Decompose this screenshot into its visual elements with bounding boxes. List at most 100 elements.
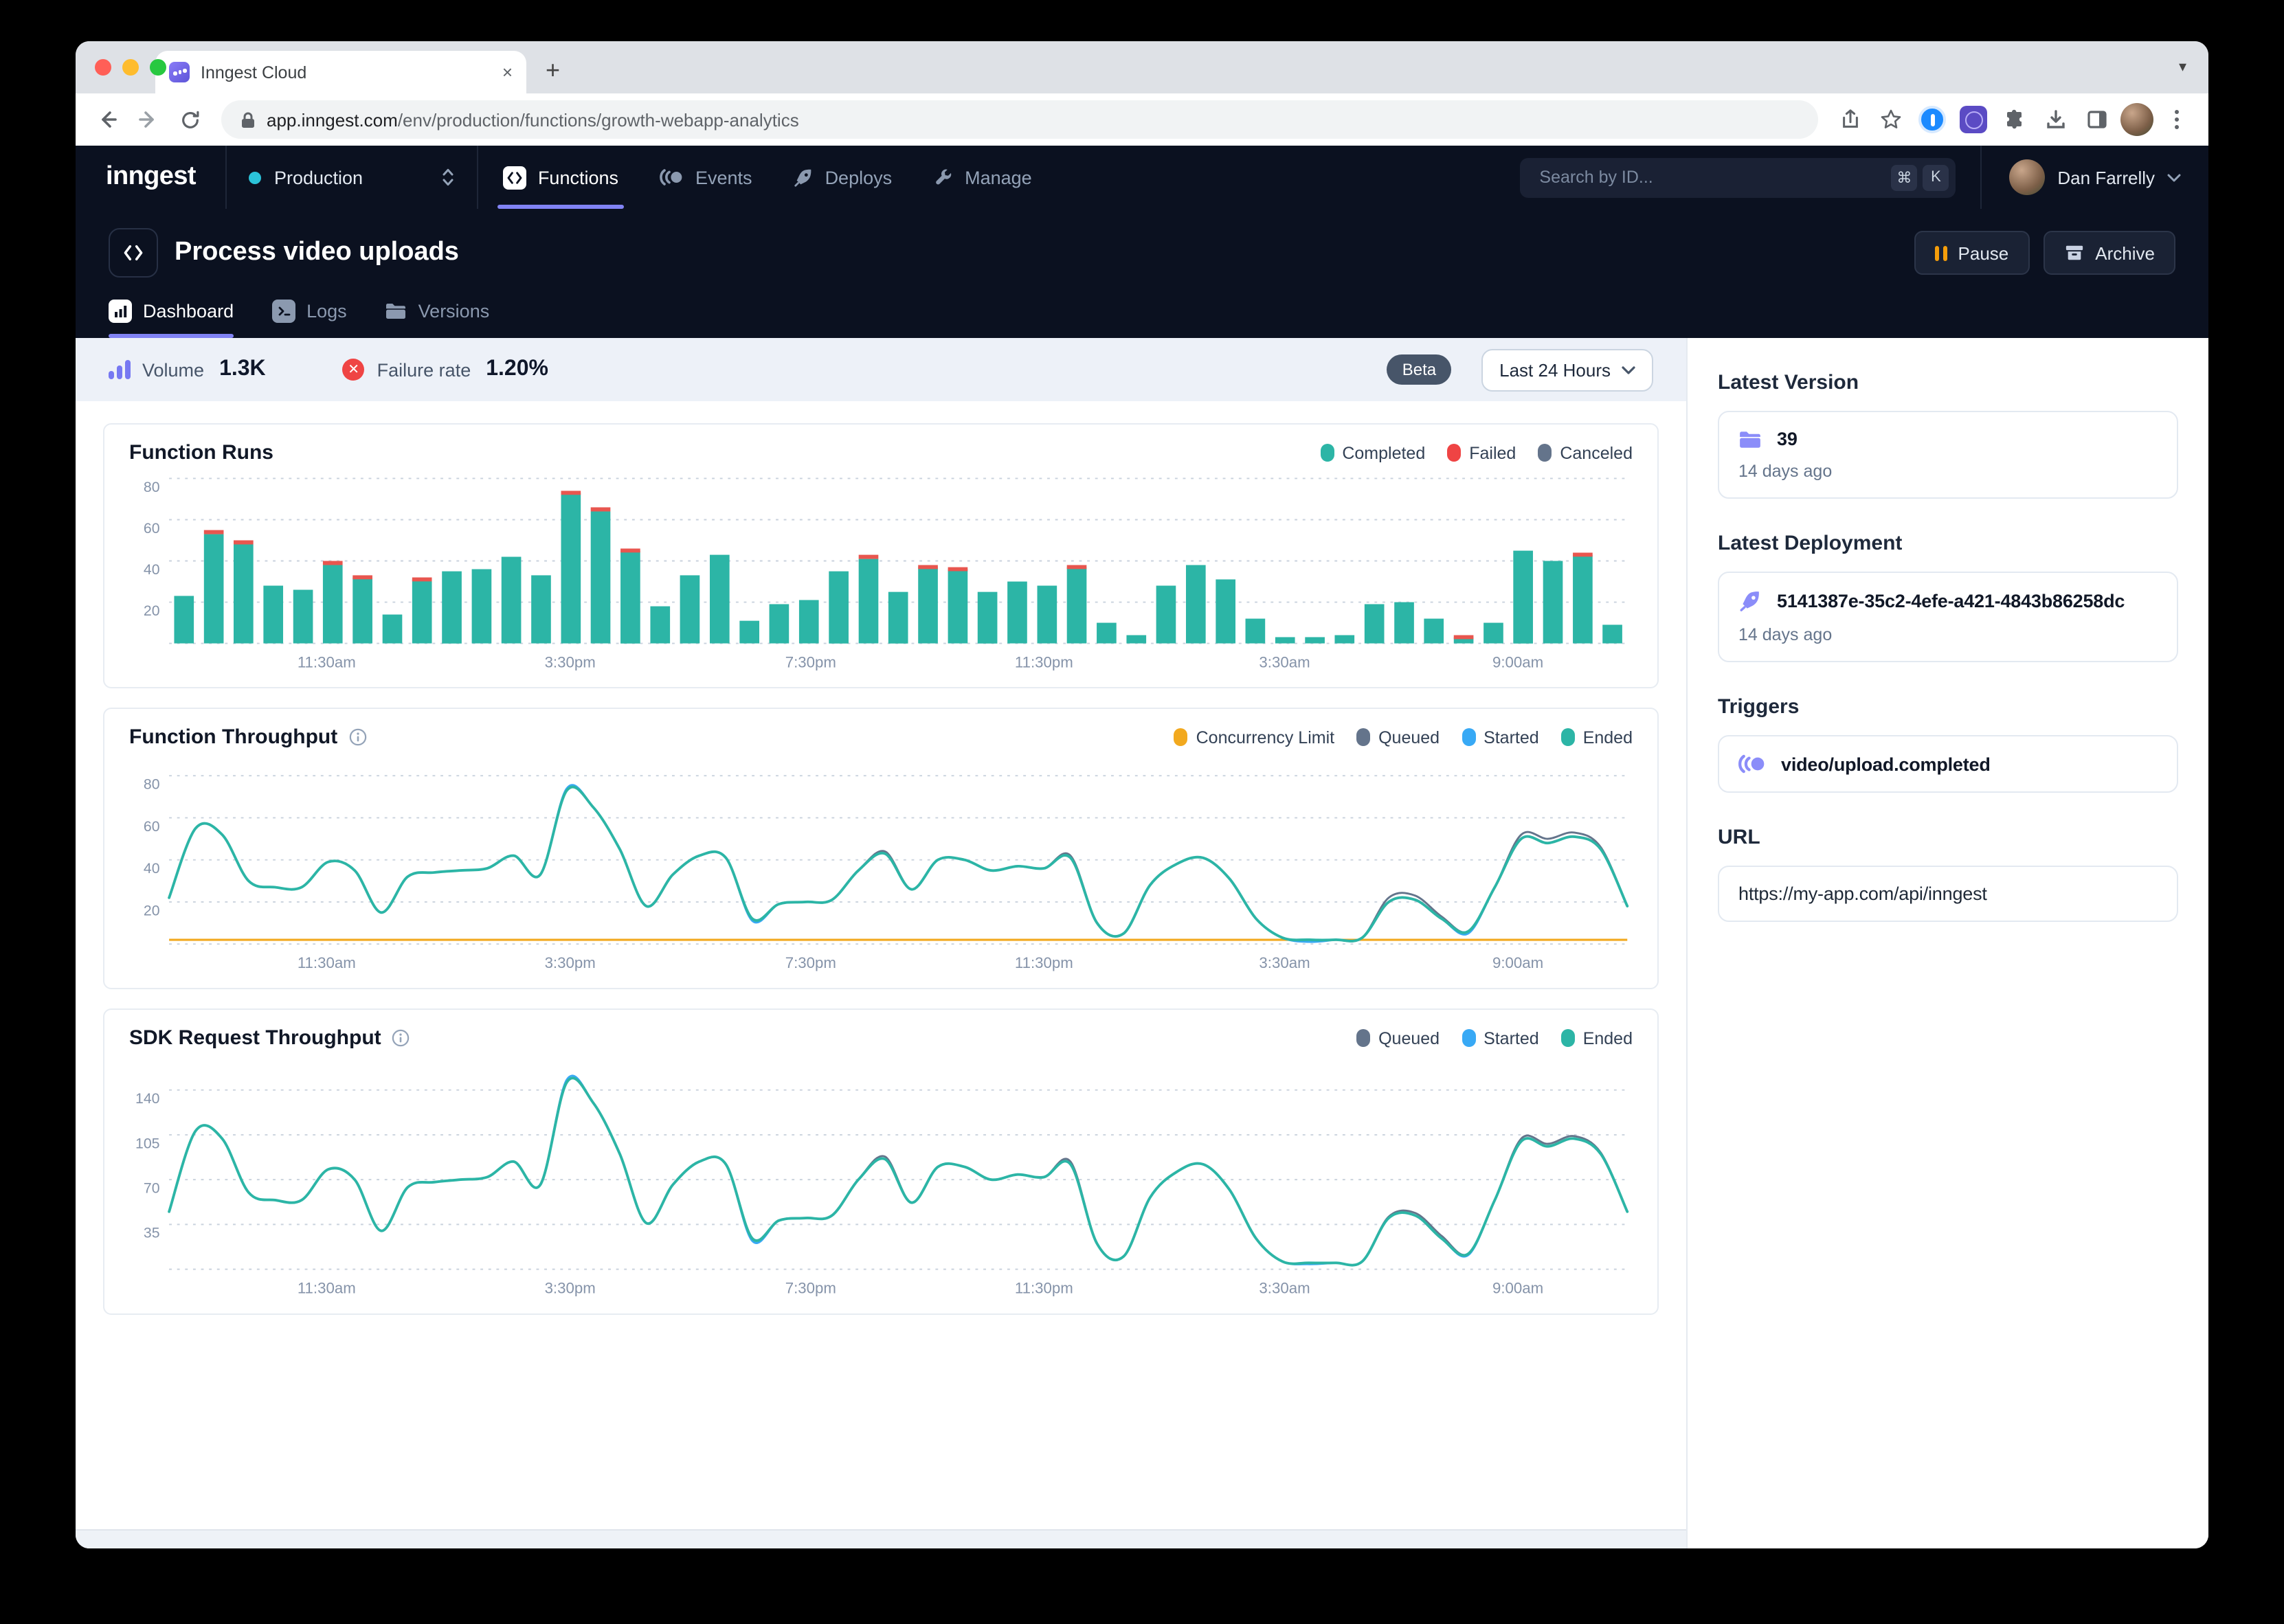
events-icon [660,168,684,187]
url-path: /env/production/functions/growth-webapp-… [398,109,799,130]
time-range-select[interactable]: Last 24 Hours [1481,348,1653,391]
minimize-window-button[interactable] [122,59,139,76]
inngest-favicon [169,62,190,82]
kbd-cmd: ⌘ [1891,164,1917,190]
browser-profile-avatar[interactable] [2120,103,2153,136]
search-input[interactable] [1536,166,1885,188]
legend-swatch [1561,1029,1575,1047]
trigger-card[interactable]: video/upload.completed [1718,735,2178,793]
1password-extension-icon[interactable] [1914,102,1950,137]
svg-text:40: 40 [144,860,160,877]
trigger-value: video/upload.completed [1781,754,1991,774]
url-host: app.inngest.com [267,109,398,130]
address-bar[interactable]: app.inngest.com/env/production/functions… [221,100,1818,139]
bottom-strip [76,1529,1686,1548]
share-icon[interactable] [1832,102,1868,137]
triggers-heading: Triggers [1718,695,2178,719]
svg-text:9:00am: 9:00am [1492,653,1543,670]
svg-text:140: 140 [135,1090,160,1107]
user-menu[interactable]: Dan Farrelly [1982,159,2208,195]
legend-swatch [1320,444,1334,462]
svg-text:60: 60 [144,818,160,835]
volume-stat: Volume 1.3K [109,357,266,382]
window-controls[interactable] [95,59,166,76]
page-tabs: Dashboard Logs Versions [109,300,2175,338]
svg-text:3:30pm: 3:30pm [545,653,596,670]
svg-text:105: 105 [135,1135,160,1151]
legend-item: Queued [1356,728,1440,747]
legend-swatch [1561,728,1575,746]
svg-text:20: 20 [144,902,160,918]
tab-logs[interactable]: Logs [272,300,347,338]
purple-extension-icon[interactable] [1956,102,1991,137]
stage: Inngest Cloud × + ▾ app.inngest.com/env/… [0,0,2284,1624]
side-panel-icon[interactable] [2079,102,2115,137]
browser-menu-icon[interactable] [2159,102,2195,137]
latest-version-card: 39 14 days ago [1718,411,2178,499]
close-window-button[interactable] [95,59,111,76]
chart-legend: Concurrency Limit Queued Started Ended [1174,728,1633,747]
reload-icon[interactable] [172,102,208,137]
svg-text:11:30am: 11:30am [298,653,356,670]
logs-terminal-icon [272,300,295,323]
url-card[interactable]: https://my-app.com/api/inngest [1718,866,2178,922]
nav-item-events[interactable]: Events [660,146,752,209]
tab-list-chevron-icon[interactable]: ▾ [2179,58,2186,76]
zoom-window-button[interactable] [150,59,166,76]
svg-text:3:30am: 3:30am [1259,954,1310,971]
latest-version-value: 39 [1777,429,1798,449]
svg-text:11:30am: 11:30am [298,954,356,971]
tab-close-icon[interactable]: × [502,62,513,82]
nav-item-manage[interactable]: Manage [933,146,1032,209]
url-heading: URL [1718,826,2178,849]
downloads-icon[interactable] [2038,102,2074,137]
tab-dashboard[interactable]: Dashboard [109,300,234,338]
pause-button[interactable]: Pause [1914,231,2030,275]
nav-item-functions[interactable]: Functions [504,146,618,209]
svg-text:40: 40 [144,561,160,578]
sdk-throughput-card: SDK Request Throughput Queued Started En… [103,1008,1659,1315]
svg-text:7:30pm: 7:30pm [785,1279,836,1296]
browser-tab[interactable]: Inngest Cloud × [155,51,526,93]
inngest-logo[interactable]: inngest [76,162,226,192]
details-sidebar: Latest Version 39 14 days ago Latest Dep… [1686,338,2208,1548]
svg-text:60: 60 [144,520,160,537]
tab-versions[interactable]: Versions [385,300,490,338]
svg-text:80: 80 [144,479,160,495]
function-runs-card: Function Runs Completed Failed Canceled … [103,423,1659,688]
info-icon[interactable] [392,1029,410,1047]
latest-deployment-card[interactable]: 5141387e-35c2-4efe-a421-4843b86258dc 14 … [1718,572,2178,662]
back-icon[interactable] [89,102,125,137]
dashboard-chart-icon [109,300,132,323]
nav-item-deploys[interactable]: Deploys [794,146,893,209]
info-icon[interactable] [348,728,366,746]
svg-text:7:30pm: 7:30pm [785,653,836,670]
nav-items: Functions Events Deploys Manage [504,146,1032,209]
url-text: app.inngest.com/env/production/functions… [267,109,799,130]
user-avatar [2009,159,2045,195]
volume-value: 1.3K [219,357,266,382]
archive-button[interactable]: Archive [2043,231,2175,275]
nav-divider [478,146,479,209]
failure-x-icon: ✕ [343,359,365,381]
forward-icon[interactable] [131,102,166,137]
content: Volume 1.3K ✕ Failure rate 1.20% Beta La… [76,338,2208,1548]
function-runs-chart: 2040608011:30am3:30pm7:30pm11:30pm3:30am… [129,464,1633,679]
chart-title: Function Throughput [129,725,337,749]
tab-title: Inngest Cloud [201,63,491,82]
chart-title: Function Runs [129,441,273,464]
environment-selector[interactable]: Production [227,146,478,209]
chart-title: SDK Request Throughput [129,1026,381,1050]
user-name: Dan Farrelly [2057,167,2155,188]
legend-swatch [1447,444,1461,462]
search-box[interactable]: ⌘ K [1520,157,1956,197]
new-tab-button[interactable]: + [546,56,560,85]
extensions-puzzle-icon[interactable] [1997,102,2033,137]
legend-item: Concurrency Limit [1174,728,1334,747]
svg-text:3:30pm: 3:30pm [545,954,596,971]
function-code-icon [109,228,158,278]
rocket-icon [1738,589,1762,613]
failure-value: 1.20% [486,357,548,382]
bookmark-star-icon[interactable] [1873,102,1909,137]
svg-text:11:30am: 11:30am [298,1279,356,1296]
